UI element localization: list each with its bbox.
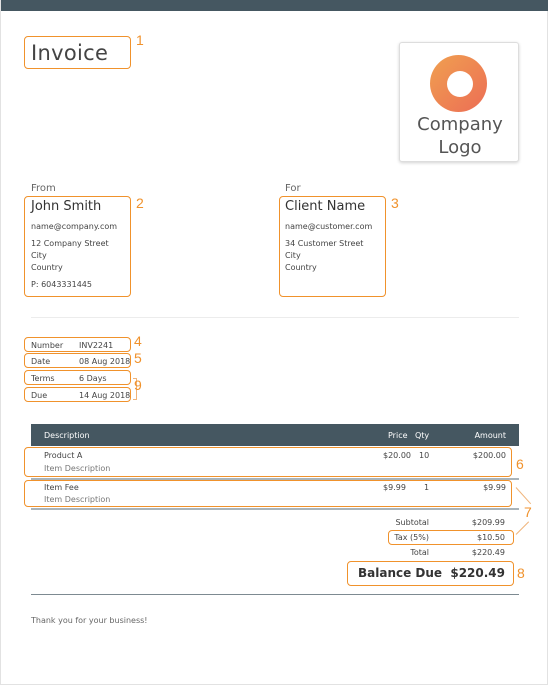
annotation-number-3: 3 (391, 195, 399, 211)
annotation-number-5: 5 (134, 350, 142, 366)
annotation-box-to (279, 196, 386, 297)
row-separator (31, 508, 519, 510)
header-description: Description (44, 431, 90, 440)
footer-note[interactable]: Thank you for your business! (31, 616, 148, 625)
header-qty: Qty (415, 431, 430, 440)
subtotal-value: $209.99 (471, 518, 505, 527)
annotation-number-6: 6 (516, 456, 524, 472)
annotation-box-number (24, 337, 131, 352)
logo-text-line1: Company (417, 114, 503, 135)
annotation-box-date (24, 353, 131, 368)
annotation-number-2: 2 (136, 195, 144, 211)
footer-divider (31, 594, 519, 595)
annotation-number-7: 7 (524, 504, 532, 520)
annotation-box-row2 (24, 480, 512, 507)
annotation-number-1: 1 (136, 32, 144, 48)
total-label: Total (410, 548, 429, 557)
company-logo[interactable]: Company Logo (399, 42, 519, 162)
section-divider (31, 317, 519, 318)
annotation-leader-7b (515, 521, 530, 535)
annotation-box-row1 (24, 447, 512, 477)
logo-circle-icon (430, 55, 487, 112)
annotation-box-from (24, 196, 131, 297)
annotation-box-balance (347, 561, 514, 586)
top-bar (1, 0, 548, 11)
annotation-number-4: 4 (134, 333, 142, 349)
header-price: Price (388, 431, 408, 440)
invoice-page: Invoice 1 Company Logo From John Smith n… (0, 0, 548, 685)
from-label: From (31, 183, 56, 194)
annotation-box-title (24, 36, 131, 69)
annotation-box-tax (388, 530, 514, 545)
to-label: For (285, 183, 301, 194)
annotation-number-8: 8 (517, 565, 525, 581)
logo-text-line2: Logo (438, 137, 482, 158)
header-amount: Amount (474, 431, 506, 440)
annotation-box-terms (24, 370, 131, 385)
annotation-number-9: 9 (134, 377, 142, 393)
total-value: $220.49 (471, 548, 505, 557)
subtotal-label: Subtotal (395, 518, 429, 527)
annotation-box-due (24, 387, 131, 402)
items-table-header: Description Price Qty Amount (31, 424, 519, 446)
